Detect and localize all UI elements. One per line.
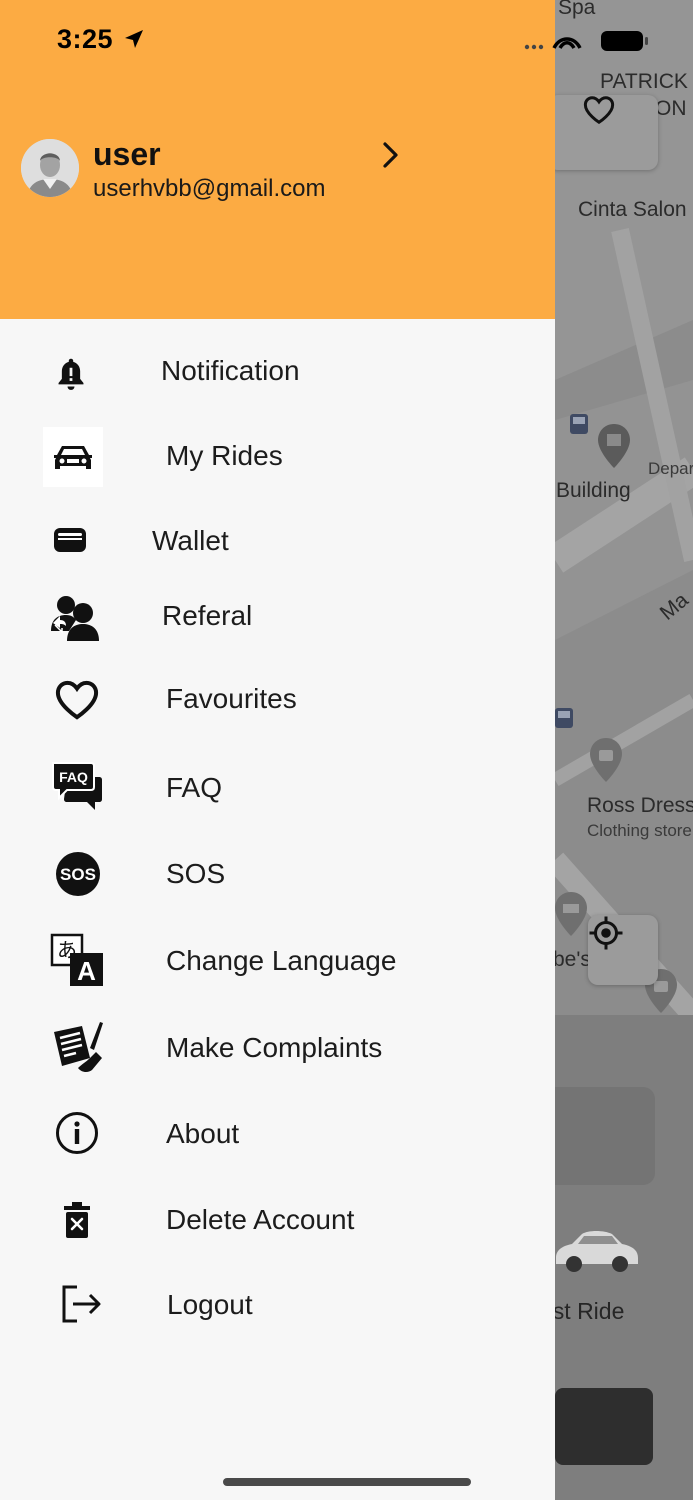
menu-item-referal[interactable]: Referal <box>0 582 555 652</box>
map-label: ON <box>655 97 687 120</box>
menu-item-about[interactable]: About <box>0 1098 555 1168</box>
svg-text:SOS: SOS <box>60 865 96 884</box>
menu-item-delete-account[interactable]: Delete Account <box>0 1185 555 1255</box>
menu-item-label: Notification <box>161 355 300 386</box>
svg-text:A: A <box>77 956 96 986</box>
transit-icon <box>570 414 588 434</box>
car-image <box>548 1231 638 1272</box>
translate-icon: あ A <box>50 933 104 987</box>
map-label: Building <box>556 479 631 502</box>
menu-item-label: Favourites <box>166 683 297 714</box>
menu-item-faq[interactable]: FAQ FAQ <box>0 752 555 822</box>
profile-email: userhvbb@gmail.com <box>93 175 326 202</box>
my-location-button[interactable] <box>588 915 658 985</box>
favourite-button[interactable] <box>548 95 658 170</box>
menu-item-label: My Rides <box>166 440 283 471</box>
wallet-icon <box>51 522 89 558</box>
referral-users-icon <box>48 592 102 642</box>
menu-item-label: FAQ <box>166 772 223 803</box>
menu-item-sos[interactable]: SOS SOS <box>0 838 555 908</box>
poi-pin-icon <box>598 424 630 468</box>
logout-icon <box>58 1284 104 1324</box>
map-label: Depar <box>648 459 693 478</box>
map-label: Cinta Salon <box>578 198 687 221</box>
bike-image <box>555 1388 653 1465</box>
menu-item-my-rides[interactable]: My Rides <box>0 422 555 492</box>
heart-icon <box>583 96 615 125</box>
menu-item-label: SOS <box>166 858 226 889</box>
location-arrow-icon <box>125 30 143 48</box>
navigation-drawer: 3:25 user userhvbb@gmail.com Notificatio… <box>0 0 555 1500</box>
map-label: be's <box>553 948 591 971</box>
chevron-right-icon <box>383 142 398 168</box>
shopping-pin-icon <box>590 738 622 782</box>
menu-item-label: About <box>166 1118 240 1149</box>
map-label: PATRICK <box>600 70 688 93</box>
menu-item-label: Change Language <box>166 945 397 976</box>
destination-field[interactable] <box>540 1087 655 1185</box>
transit-icon <box>555 708 573 728</box>
menu-item-change-language[interactable]: あ A Change Language <box>0 925 555 995</box>
map-label: Spa <box>558 0 596 19</box>
map-label: Clothing store <box>587 821 692 840</box>
menu-item-label: Delete Account <box>166 1204 355 1235</box>
profile-name[interactable]: user <box>93 136 161 173</box>
info-icon <box>54 1110 100 1156</box>
avatar-icon <box>21 139 79 197</box>
menu-item-make-complaints[interactable]: Make Complaints <box>0 1012 555 1082</box>
menu-item-wallet[interactable]: Wallet <box>0 505 555 575</box>
delete-icon <box>60 1199 94 1241</box>
bell-icon <box>50 353 92 395</box>
menu-item-logout[interactable]: Logout <box>0 1270 555 1340</box>
sos-icon: SOS <box>54 850 102 898</box>
svg-text:FAQ: FAQ <box>59 769 88 785</box>
car-icon <box>43 427 103 487</box>
home-indicator <box>223 1478 471 1486</box>
complaint-icon <box>50 1018 104 1074</box>
faq-icon: FAQ <box>50 760 104 812</box>
menu-item-label: Make Complaints <box>166 1032 383 1063</box>
map-label: Ross Dress <box>587 794 693 817</box>
shopping-cart-pin-icon <box>555 892 587 936</box>
heart-icon <box>52 677 102 723</box>
menu-item-label: Wallet <box>152 525 229 556</box>
status-time: 3:25 <box>57 24 114 54</box>
menu-item-favourites[interactable]: Favourites <box>0 665 555 735</box>
avatar[interactable] <box>21 139 79 197</box>
menu-item-notification[interactable]: Notification <box>0 338 555 408</box>
menu-item-label: Logout <box>167 1289 253 1320</box>
status-indicators <box>524 31 648 51</box>
menu-item-label: Referal <box>162 600 253 631</box>
profile-chevron-button[interactable] <box>376 138 406 172</box>
locate-icon <box>589 916 623 950</box>
